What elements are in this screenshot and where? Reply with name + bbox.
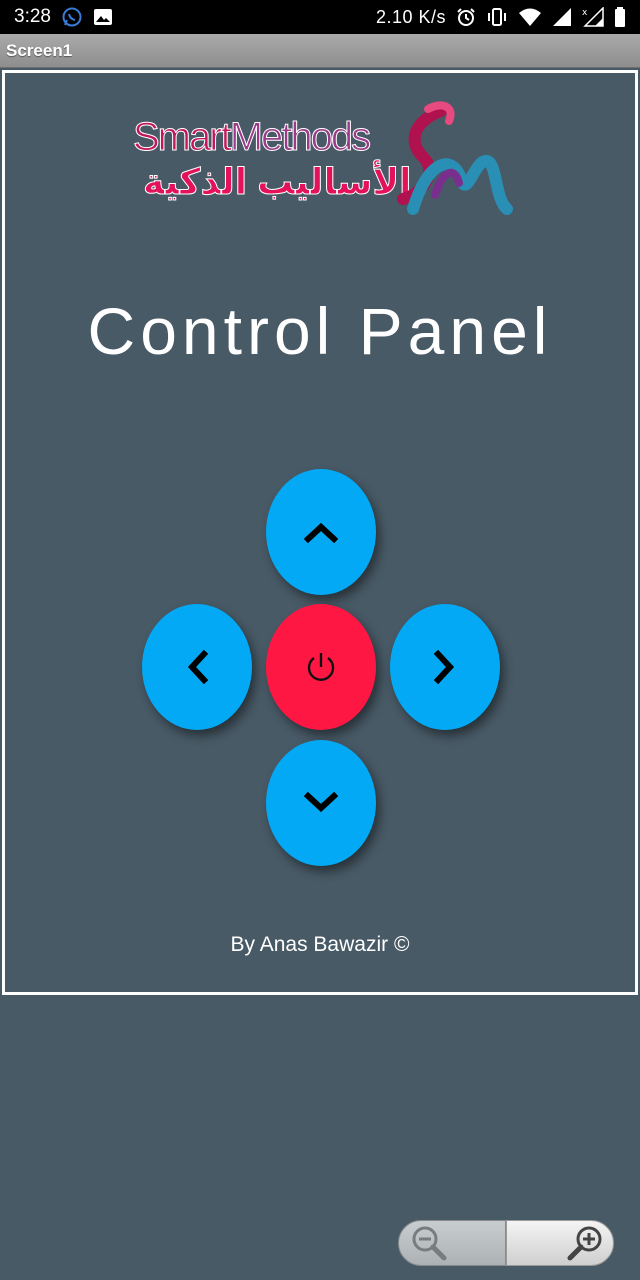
vibrate-icon: [486, 7, 508, 27]
down-button[interactable]: [266, 740, 376, 866]
zoom-controls: [398, 1220, 614, 1266]
image-icon: [93, 8, 113, 26]
chevron-down-icon: [304, 792, 338, 813]
logo-mark-icon: [397, 101, 513, 215]
zoom-in-button[interactable]: [506, 1220, 614, 1266]
screen-title: Screen1: [6, 40, 73, 60]
clock: 3:28: [14, 6, 51, 27]
control-panel-container: SmartMethods الأساليب الذكية Control Pan…: [2, 70, 638, 995]
zoom-in-icon: [567, 1226, 602, 1261]
right-button[interactable]: [390, 604, 500, 730]
chevron-up-icon: [304, 522, 338, 543]
page-title: Control Panel: [87, 294, 553, 368]
signal-icon: [552, 7, 572, 27]
power-icon: [307, 653, 335, 681]
alarm-icon: [456, 7, 476, 27]
signal-x-icon: x: [582, 7, 604, 27]
zoom-out-icon: [412, 1226, 447, 1261]
status-bar: 3:28 2.10 K/s x: [0, 0, 640, 34]
app-title-bar: Screen1: [0, 34, 640, 68]
battery-icon: [614, 7, 626, 27]
network-speed: 2.10 K/s: [375, 6, 446, 27]
smart-methods-logo: SmartMethods الأساليب الذكية: [133, 99, 513, 229]
zoom-out-button[interactable]: [398, 1220, 506, 1266]
chevron-left-icon: [187, 650, 208, 684]
whatsapp-icon: [61, 6, 83, 28]
power-button[interactable]: [266, 604, 376, 730]
left-button[interactable]: [142, 604, 252, 730]
chevron-right-icon: [434, 650, 455, 684]
wifi-icon: [518, 7, 542, 27]
svg-text:x: x: [582, 8, 588, 18]
up-button[interactable]: [266, 469, 376, 595]
logo-text-arabic: الأساليب الذكية: [143, 161, 413, 203]
author-credit: By Anas Bawazir ©: [230, 933, 410, 956]
logo-text-english: SmartMethods: [133, 115, 372, 160]
